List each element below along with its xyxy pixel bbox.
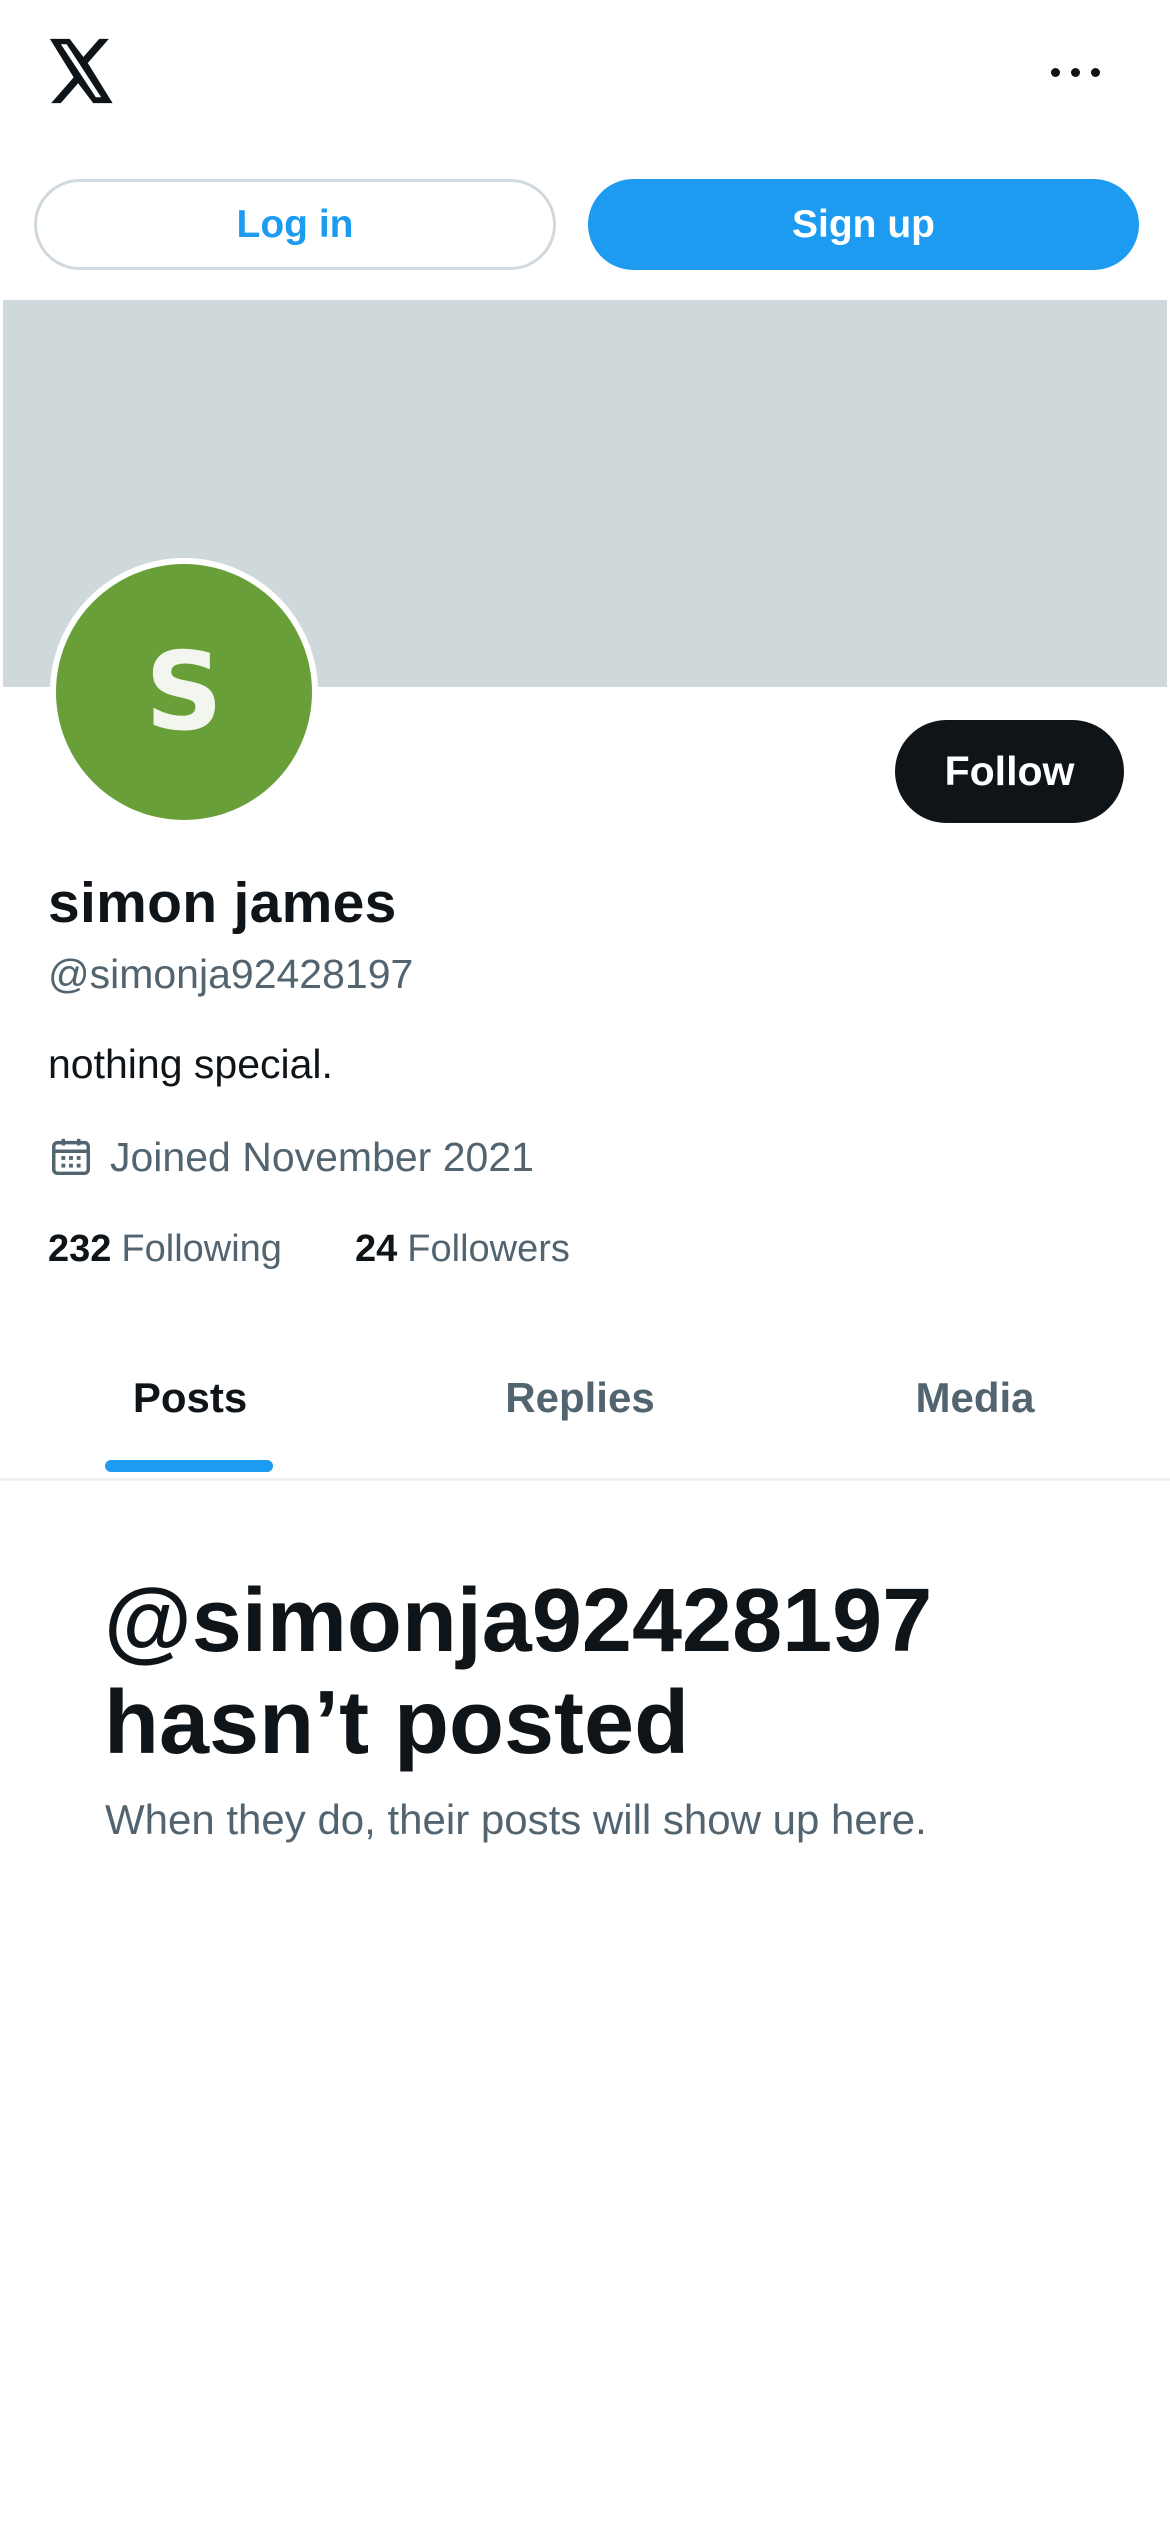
top-bar bbox=[0, 0, 1170, 150]
avatar[interactable]: S bbox=[50, 558, 318, 826]
following-label: Following bbox=[121, 1228, 282, 1270]
followers-count: 24 bbox=[355, 1228, 398, 1270]
profile-bio: nothing special. bbox=[48, 1041, 333, 1087]
display-name: simon james bbox=[48, 871, 397, 935]
empty-state-title-line2: hasn’t posted bbox=[104, 1673, 690, 1773]
more-options-icon[interactable] bbox=[1030, 50, 1120, 94]
dot bbox=[1090, 67, 1100, 77]
following-count: 232 bbox=[48, 1228, 112, 1270]
following-link[interactable]: 232 Following bbox=[48, 1228, 282, 1271]
empty-state-title: @simonja92428197 hasn’t posted bbox=[104, 1570, 1104, 1774]
signup-button[interactable]: Sign up bbox=[588, 179, 1139, 270]
calendar-icon bbox=[52, 1138, 90, 1176]
follow-button[interactable]: Follow bbox=[895, 720, 1124, 823]
login-button[interactable]: Log in bbox=[34, 179, 556, 270]
x-logo-glyph bbox=[49, 38, 113, 104]
followers-label: Followers bbox=[407, 1228, 570, 1270]
avatar-letter: S bbox=[56, 564, 312, 820]
empty-state-subtitle: When they do, their posts will show up h… bbox=[105, 1796, 927, 1843]
tab-posts[interactable]: Posts bbox=[0, 1318, 380, 1478]
tab-replies[interactable]: Replies bbox=[390, 1318, 770, 1478]
joined-date: Joined November 2021 bbox=[48, 1130, 534, 1184]
x-logo-icon[interactable] bbox=[46, 38, 116, 104]
empty-state-title-line1: @simonja92428197 bbox=[104, 1571, 933, 1671]
tab-media[interactable]: Media bbox=[780, 1318, 1170, 1478]
active-tab-indicator bbox=[105, 1460, 273, 1472]
dot bbox=[1070, 67, 1080, 77]
followers-link[interactable]: 24 Followers bbox=[355, 1228, 570, 1271]
user-handle: @simonja92428197 bbox=[48, 951, 414, 997]
joined-text: Joined November 2021 bbox=[110, 1133, 534, 1180]
dot bbox=[1050, 67, 1060, 77]
profile-tabs: Posts Replies Media bbox=[0, 1318, 1170, 1481]
